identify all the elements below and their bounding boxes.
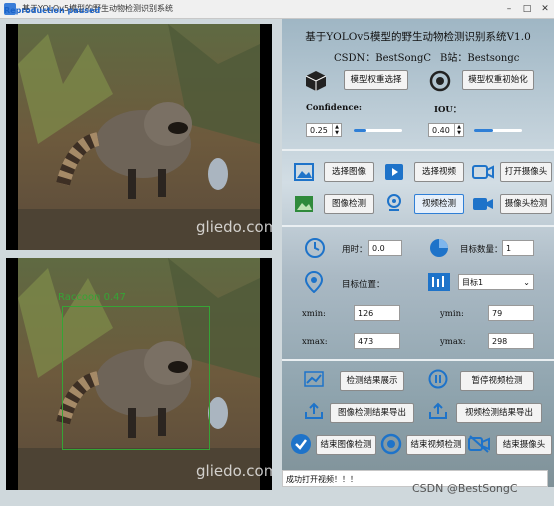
clock-icon — [305, 238, 325, 258]
divider — [282, 149, 554, 151]
csdn-label: CSDN：BestSongC — [334, 53, 432, 64]
confidence-slider[interactable] — [354, 129, 402, 132]
overlay-status-text: Reproduction paused — [4, 6, 101, 15]
divider — [282, 359, 554, 361]
select-video-button[interactable]: 选择视频 — [414, 162, 464, 182]
settings-target-icon — [429, 70, 451, 92]
ymin-label: ymin: — [440, 309, 464, 319]
pie-chart-icon — [430, 239, 448, 257]
iou-slider[interactable] — [474, 129, 522, 132]
xmax-field[interactable]: 473 — [354, 333, 400, 349]
confidence-spinbox[interactable]: 0.25 ▲ ▼ — [306, 123, 342, 137]
pause-video-button[interactable]: 暂停视频检测 — [460, 371, 534, 391]
camera-detect-icon — [473, 198, 493, 210]
window-titlebar: 基于YOLOv5模型的野生动物检测识别系统 Reproduction pause… — [0, 0, 554, 19]
confidence-value: 0.25 — [310, 126, 328, 135]
time-label: 用时： — [342, 245, 368, 255]
detection-box — [62, 306, 210, 450]
image-detect-button[interactable]: 图像检测 — [324, 194, 374, 214]
end-video-detect-button[interactable]: 结束视频检测 — [406, 435, 466, 455]
iou-label: IOU： — [434, 105, 462, 115]
bar-list-icon — [428, 273, 450, 291]
image-watermark: gliedo.com — [196, 218, 272, 236]
stop-circle-icon — [380, 433, 402, 455]
check-circle-icon — [291, 434, 311, 454]
image-watermark-detected: gliedo.com — [196, 462, 272, 480]
ymin-field[interactable]: 79 — [488, 305, 534, 321]
export-video-results-button[interactable]: 视频检测结果导出 — [456, 403, 542, 423]
spin-arrows-icon[interactable]: ▲ ▼ — [332, 124, 341, 136]
iou-spinbox[interactable]: 0.40 ▲ ▼ — [428, 123, 464, 137]
video-file-icon — [385, 164, 403, 180]
open-camera-button[interactable]: 打开摄像头 — [500, 162, 552, 182]
camera-icon — [472, 165, 494, 179]
xmin-field[interactable]: 126 — [354, 305, 400, 321]
webcam-icon — [387, 194, 401, 211]
target-select[interactable]: 目标1 ⌄ — [458, 274, 534, 290]
count-field[interactable]: 1 — [502, 240, 534, 256]
camera-off-icon — [468, 435, 490, 453]
export-icon — [305, 402, 323, 419]
result-image-panel: Raccoon 0.47 gliedo.com — [6, 258, 272, 490]
bilibili-label: B站：Bestsongc — [440, 53, 520, 64]
pause-icon — [428, 369, 448, 389]
detection-label: Raccoon 0.47 — [58, 292, 126, 303]
ymax-field[interactable]: 298 — [488, 333, 534, 349]
footer-watermark: CSDN @BestSongC — [412, 482, 518, 495]
init-weights-button[interactable]: 模型权重初始化 — [462, 70, 534, 90]
iou-slider-fill — [474, 129, 494, 132]
xmin-label: xmin: — [302, 309, 326, 319]
close-button[interactable]: ✕ — [536, 2, 554, 16]
image-icon — [294, 163, 314, 181]
export-video-icon — [429, 402, 447, 419]
confidence-label: Confidence: — [306, 103, 363, 113]
camera-detect-button[interactable]: 摄像头检测 — [500, 194, 552, 214]
export-image-results-button[interactable]: 图像检测结果导出 — [330, 403, 414, 423]
chevron-down-icon: ⌄ — [523, 278, 530, 287]
select-weights-button[interactable]: 模型权重选择 — [344, 70, 408, 90]
iou-value: 0.40 — [432, 126, 450, 135]
confidence-slider-fill — [354, 129, 366, 132]
select-image-button[interactable]: 选择图像 — [324, 162, 374, 182]
raccoon-image-original — [18, 24, 260, 250]
cube-icon — [305, 71, 327, 91]
end-camera-button[interactable]: 结束摄像头 — [496, 435, 552, 455]
spin-arrows-icon[interactable]: ▲ ▼ — [454, 124, 463, 136]
divider — [282, 225, 554, 227]
time-field[interactable]: 0.0 — [368, 240, 402, 256]
minimize-button[interactable]: – — [500, 2, 518, 16]
line-chart-icon — [304, 371, 324, 387]
original-image-panel: gliedo.com — [6, 24, 272, 250]
video-detect-button[interactable]: 视频检测 — [414, 194, 464, 214]
target-select-value: 目标1 — [462, 278, 484, 287]
show-results-button[interactable]: 检测结果展示 — [340, 371, 404, 391]
xmax-label: xmax: — [302, 337, 328, 347]
position-label: 目标位置： — [342, 280, 385, 290]
maximize-button[interactable]: □ — [518, 2, 536, 16]
end-image-detect-button[interactable]: 结束图像检测 — [316, 435, 376, 455]
count-label: 目标数量： — [460, 245, 503, 255]
ymax-label: ymax: — [440, 337, 466, 347]
panel-heading: 基于YOLOv5模型的野生动物检测识别系统V1.0 — [305, 31, 531, 43]
control-panel: 基于YOLOv5模型的野生动物检测识别系统V1.0 CSDN：BestSongC… — [282, 19, 554, 487]
image-detect-icon — [295, 196, 313, 212]
location-pin-icon — [304, 271, 324, 293]
